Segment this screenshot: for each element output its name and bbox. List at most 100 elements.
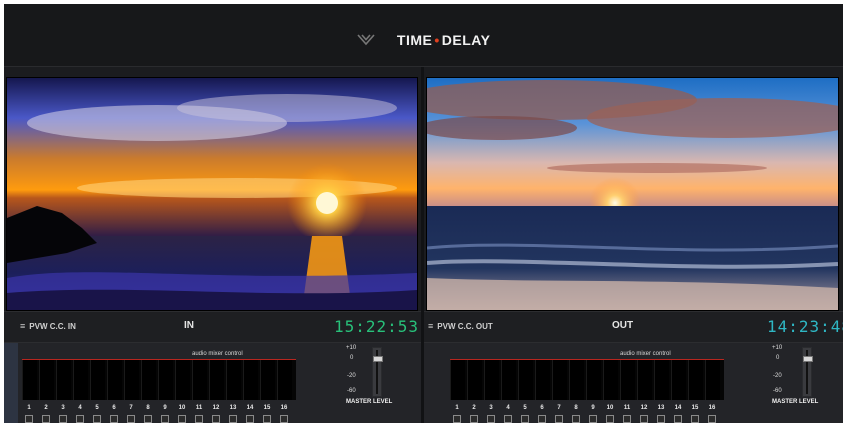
pvw-label-out[interactable]: ≡ PVW C.C. OUT <box>428 321 493 331</box>
channel-fader[interactable] <box>141 360 156 400</box>
channel-checkbox[interactable] <box>453 415 461 423</box>
channel-checkbox[interactable] <box>127 415 135 423</box>
channel-number: 2 <box>44 405 48 411</box>
mixer-side-strip <box>4 343 18 423</box>
channel-fader[interactable] <box>124 360 139 400</box>
channel-checkbox[interactable] <box>93 415 101 423</box>
video-preview-out[interactable] <box>426 77 839 311</box>
channel-number: 9 <box>163 405 167 411</box>
channel-number: 10 <box>606 405 614 411</box>
pvw-label-in[interactable]: ≡ PVW C.C. IN <box>20 321 76 331</box>
channel-checkbox[interactable] <box>25 415 33 423</box>
channel-fader[interactable] <box>535 360 550 400</box>
scale-plus10: +10 <box>772 345 783 351</box>
channel-fader[interactable] <box>209 360 224 400</box>
channel-checkbox[interactable] <box>246 415 254 423</box>
channel-fader[interactable] <box>501 360 516 400</box>
channel-checkbox[interactable] <box>263 415 271 423</box>
channel-number: 13 <box>657 405 665 411</box>
channel-fader[interactable] <box>107 360 122 400</box>
channel-number: 8 <box>146 405 150 411</box>
channel-fader[interactable] <box>620 360 635 400</box>
channel-checkbox[interactable] <box>589 415 597 423</box>
channel-checkbox[interactable] <box>657 415 665 423</box>
panel-in: ≡ PVW C.C. IN IN 15:22:53 audio mixer con… <box>4 67 421 423</box>
channel-checkbox[interactable] <box>572 415 580 423</box>
channel-fader[interactable] <box>175 360 190 400</box>
menu-icon: ≡ <box>428 321 434 331</box>
mixer-title-in: audio mixer control <box>192 351 243 357</box>
master-level-label-out: MASTER LEVEL <box>772 399 819 405</box>
channel-fader[interactable] <box>671 360 686 400</box>
channel-checkbox[interactable] <box>42 415 50 423</box>
channel-fader[interactable] <box>654 360 669 400</box>
channel-checkbox[interactable] <box>110 415 118 423</box>
channel-checkbox[interactable] <box>487 415 495 423</box>
channel-checkbox[interactable] <box>606 415 614 423</box>
panel-name-in: IN <box>184 320 194 331</box>
channel-checkbox[interactable] <box>708 415 716 423</box>
clock-in: 15:22:53 <box>334 317 420 336</box>
channel-number: 1 <box>455 405 459 411</box>
channel-checkbox[interactable] <box>178 415 186 423</box>
preview-info-bar-out: ≡PVW C.C. OUT OUT 14:23:48 <box>424 311 843 343</box>
channel-checkbox[interactable] <box>229 415 237 423</box>
chevron-down-icon[interactable] <box>356 33 375 49</box>
channel-fader[interactable] <box>569 360 584 400</box>
brand-dot: • <box>434 32 440 48</box>
channel-checkbox[interactable] <box>691 415 699 423</box>
channel-fader[interactable] <box>73 360 88 400</box>
channel-fader[interactable] <box>260 360 275 400</box>
master-level-slider-in[interactable] <box>372 347 383 397</box>
channel-number: 6 <box>540 405 544 411</box>
scale-minus60: -60 <box>347 388 356 394</box>
channel-checkbox[interactable] <box>280 415 288 423</box>
channel-checkbox[interactable] <box>555 415 563 423</box>
channel-fader[interactable] <box>688 360 703 400</box>
master-level-slider-out[interactable] <box>802 347 813 397</box>
channel-checkbox[interactable] <box>470 415 478 423</box>
channel-fader[interactable] <box>484 360 499 400</box>
channel-fader[interactable] <box>603 360 618 400</box>
channel-fader[interactable] <box>552 360 567 400</box>
channel-number: 6 <box>112 405 116 411</box>
channel-number: 9 <box>591 405 595 411</box>
channel-fader[interactable] <box>22 360 37 400</box>
channel-fader[interactable] <box>226 360 241 400</box>
channel-checkbox[interactable] <box>144 415 152 423</box>
video-preview-in[interactable] <box>6 77 418 311</box>
channel-fader[interactable] <box>467 360 482 400</box>
channel-number: 15 <box>263 405 271 411</box>
channel-fader[interactable] <box>56 360 71 400</box>
channel-checkbox[interactable] <box>161 415 169 423</box>
channel-fader[interactable] <box>705 360 720 400</box>
channel-fader[interactable] <box>518 360 533 400</box>
channel-checkbox[interactable] <box>212 415 220 423</box>
slider-handle[interactable] <box>803 356 813 362</box>
channel-checkbox[interactable] <box>674 415 682 423</box>
channel-fader[interactable] <box>39 360 54 400</box>
channel-number: 15 <box>691 405 699 411</box>
channel-fader[interactable] <box>158 360 173 400</box>
channel-fader[interactable] <box>450 360 465 400</box>
channel-checkbox[interactable] <box>59 415 67 423</box>
channel-fader[interactable] <box>586 360 601 400</box>
channel-number: 13 <box>229 405 237 411</box>
channel-checkbox[interactable] <box>521 415 529 423</box>
channel-fader[interactable] <box>243 360 258 400</box>
channel-number: 2 <box>472 405 476 411</box>
channel-checkbox[interactable] <box>623 415 631 423</box>
channel-checkbox[interactable] <box>195 415 203 423</box>
channel-checkbox[interactable] <box>640 415 648 423</box>
audio-mixer-out: audio mixer control 1 2 3 4 5 6 7 8 9 10 11 12 13 14 1… <box>424 343 843 423</box>
channel-number: 11 <box>195 405 203 411</box>
channel-checkbox[interactable] <box>76 415 84 423</box>
channel-fader[interactable] <box>90 360 105 400</box>
channel-checkbox[interactable] <box>538 415 546 423</box>
slider-handle[interactable] <box>373 356 383 362</box>
channel-checkbox[interactable] <box>504 415 512 423</box>
channel-fader[interactable] <box>277 360 292 400</box>
channel-number: 16 <box>280 405 288 411</box>
channel-fader[interactable] <box>637 360 652 400</box>
channel-fader[interactable] <box>192 360 207 400</box>
